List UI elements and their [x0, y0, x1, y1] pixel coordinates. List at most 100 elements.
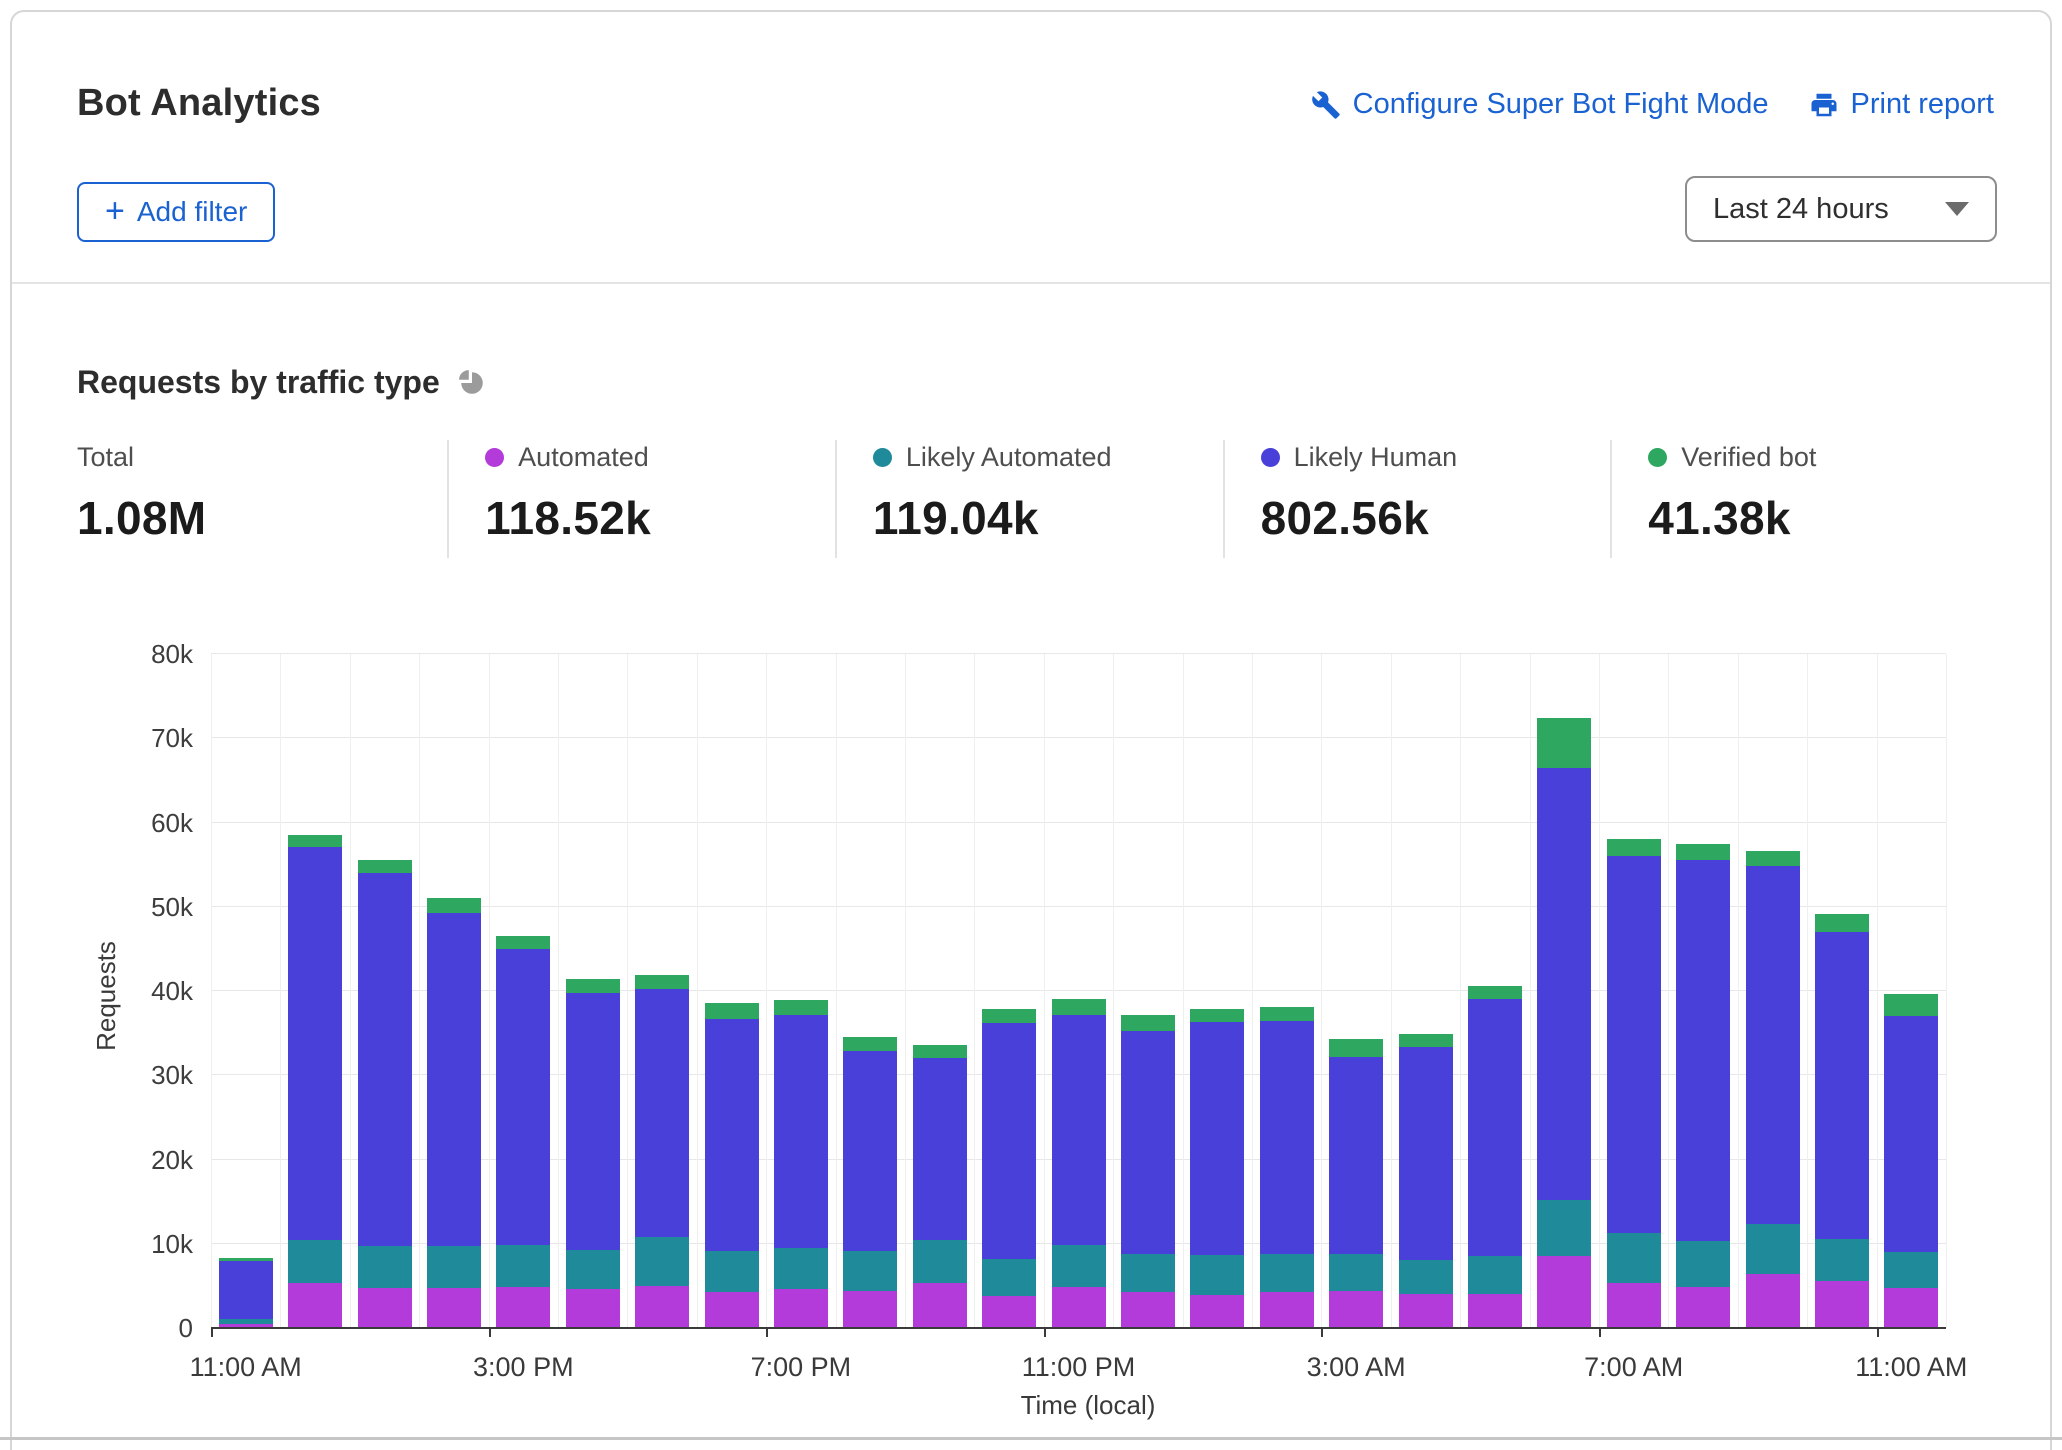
- stat-verified-bot: Verified bot 41.38k: [1610, 440, 1998, 558]
- gridline-v: [1321, 654, 1322, 1328]
- segment-likely-automated: [358, 1246, 412, 1288]
- segment-likely-human: [1399, 1047, 1453, 1260]
- segment-likely-automated: [1052, 1245, 1106, 1287]
- segment-verified-bot: [427, 898, 481, 913]
- segment-likely-human: [1329, 1057, 1383, 1254]
- verified-bot-legend-dot: [1648, 448, 1667, 467]
- segment-likely-human: [427, 913, 481, 1247]
- segment-likely-automated: [913, 1240, 967, 1284]
- segment-likely-human: [1468, 999, 1522, 1257]
- y-axis-label: 10k: [73, 1228, 193, 1260]
- segment-verified-bot: [1190, 1009, 1244, 1022]
- segment-likely-human: [1260, 1021, 1314, 1254]
- segment-likely-automated: [1746, 1224, 1800, 1274]
- gridline-v: [836, 654, 837, 1328]
- y-axis-label: 30k: [73, 1059, 193, 1091]
- segment-verified-bot: [566, 979, 620, 992]
- bar-6am[interactable]: [1537, 718, 1591, 1328]
- segment-likely-automated: [1815, 1239, 1869, 1281]
- bar-8pm[interactable]: [843, 1037, 897, 1328]
- bar-11pm[interactable]: [1052, 999, 1106, 1328]
- time-range-value: Last 24 hours: [1713, 193, 1889, 226]
- x-axis-tick: [1044, 1328, 1046, 1337]
- y-axis-label: 80k: [73, 638, 193, 670]
- segment-verified-bot: [843, 1037, 897, 1050]
- x-axis-label: 7:00 AM: [1544, 1351, 1724, 1383]
- segment-likely-automated: [982, 1259, 1036, 1296]
- segment-automated: [982, 1296, 1036, 1328]
- segment-verified-bot: [358, 860, 412, 873]
- bar-3am[interactable]: [1329, 1039, 1383, 1328]
- x-axis-title: Time (local): [988, 1390, 1188, 1421]
- bar-12am[interactable]: [1121, 1015, 1175, 1328]
- y-axis-label: 50k: [73, 891, 193, 923]
- bar-7am[interactable]: [1607, 839, 1661, 1328]
- segment-automated: [1746, 1274, 1800, 1328]
- bar-4am[interactable]: [1399, 1034, 1453, 1328]
- bar-3pm[interactable]: [496, 936, 550, 1328]
- header-links: Configure Super Bot Fight Mode Print rep…: [1311, 88, 1994, 121]
- stat-label: Total: [77, 442, 134, 473]
- segment-likely-automated: [1884, 1252, 1938, 1288]
- x-axis-label: 11:00 AM: [156, 1351, 336, 1383]
- bar-9am[interactable]: [1746, 851, 1800, 1328]
- bar-2am[interactable]: [1260, 1007, 1314, 1328]
- chevron-down-icon: [1945, 202, 1969, 216]
- bar-5am[interactable]: [1468, 986, 1522, 1328]
- automated-legend-dot: [485, 448, 504, 467]
- bar-5pm[interactable]: [635, 975, 689, 1328]
- bar-12pm[interactable]: [288, 835, 342, 1328]
- segment-automated: [1052, 1287, 1106, 1328]
- stat-total: Total 1.08M: [77, 440, 447, 558]
- requests-bar-chart: [211, 654, 1946, 1328]
- print-link-label: Print report: [1851, 88, 1994, 121]
- stat-value: 118.52k: [485, 491, 835, 545]
- segment-likely-automated: [705, 1251, 759, 1292]
- x-axis-label: 3:00 AM: [1266, 1351, 1446, 1383]
- section-bottom-divider: [0, 1437, 2062, 1440]
- segment-automated: [774, 1289, 828, 1328]
- configure-super-bot-fight-mode-link[interactable]: Configure Super Bot Fight Mode: [1311, 88, 1769, 121]
- bar-1am[interactable]: [1190, 1009, 1244, 1328]
- segment-likely-human: [1052, 1015, 1106, 1245]
- x-axis-tick: [1599, 1328, 1601, 1337]
- gridline-v: [1252, 654, 1253, 1328]
- stat-label: Likely Automated: [906, 442, 1112, 473]
- x-axis-tick: [1321, 1328, 1323, 1337]
- segment-verified-bot: [1815, 914, 1869, 932]
- bar-7pm[interactable]: [774, 1000, 828, 1328]
- bar-10am[interactable]: [1815, 914, 1869, 1328]
- segment-likely-automated: [1676, 1241, 1730, 1286]
- gridline-v: [350, 654, 351, 1328]
- bar-9pm[interactable]: [913, 1045, 967, 1328]
- segment-automated: [1468, 1294, 1522, 1328]
- configure-link-label: Configure Super Bot Fight Mode: [1353, 88, 1769, 121]
- segment-likely-human: [566, 993, 620, 1250]
- segment-automated: [1607, 1283, 1661, 1328]
- gridline-v: [1530, 654, 1531, 1328]
- segment-verified-bot: [1329, 1039, 1383, 1057]
- bar-11am[interactable]: [219, 1258, 273, 1328]
- time-range-select[interactable]: Last 24 hours: [1685, 176, 1997, 242]
- traffic-type-stats: Total 1.08M Automated 118.52k Likely Aut…: [77, 440, 1998, 558]
- bar-10pm[interactable]: [982, 1009, 1036, 1328]
- segment-automated: [1399, 1294, 1453, 1328]
- y-axis-label: 70k: [73, 722, 193, 754]
- bar-6pm[interactable]: [705, 1003, 759, 1328]
- bar-8am[interactable]: [1676, 844, 1730, 1328]
- gridline-h: [211, 822, 1946, 823]
- bar-2pm[interactable]: [427, 898, 481, 1329]
- add-filter-button[interactable]: + Add filter: [77, 182, 275, 242]
- y-axis-label: 40k: [73, 975, 193, 1007]
- segment-likely-human: [219, 1261, 273, 1319]
- bar-4pm[interactable]: [566, 979, 620, 1328]
- segment-verified-bot: [1884, 994, 1938, 1016]
- bar-11am[interactable]: [1884, 994, 1938, 1328]
- bar-1pm[interactable]: [358, 860, 412, 1328]
- gridline-v: [1183, 654, 1184, 1328]
- page-title: Bot Analytics: [77, 82, 321, 125]
- x-axis-tick: [211, 1328, 213, 1337]
- segment-verified-bot: [1746, 851, 1800, 865]
- print-report-link[interactable]: Print report: [1809, 88, 1994, 121]
- gridline-v: [1113, 654, 1114, 1328]
